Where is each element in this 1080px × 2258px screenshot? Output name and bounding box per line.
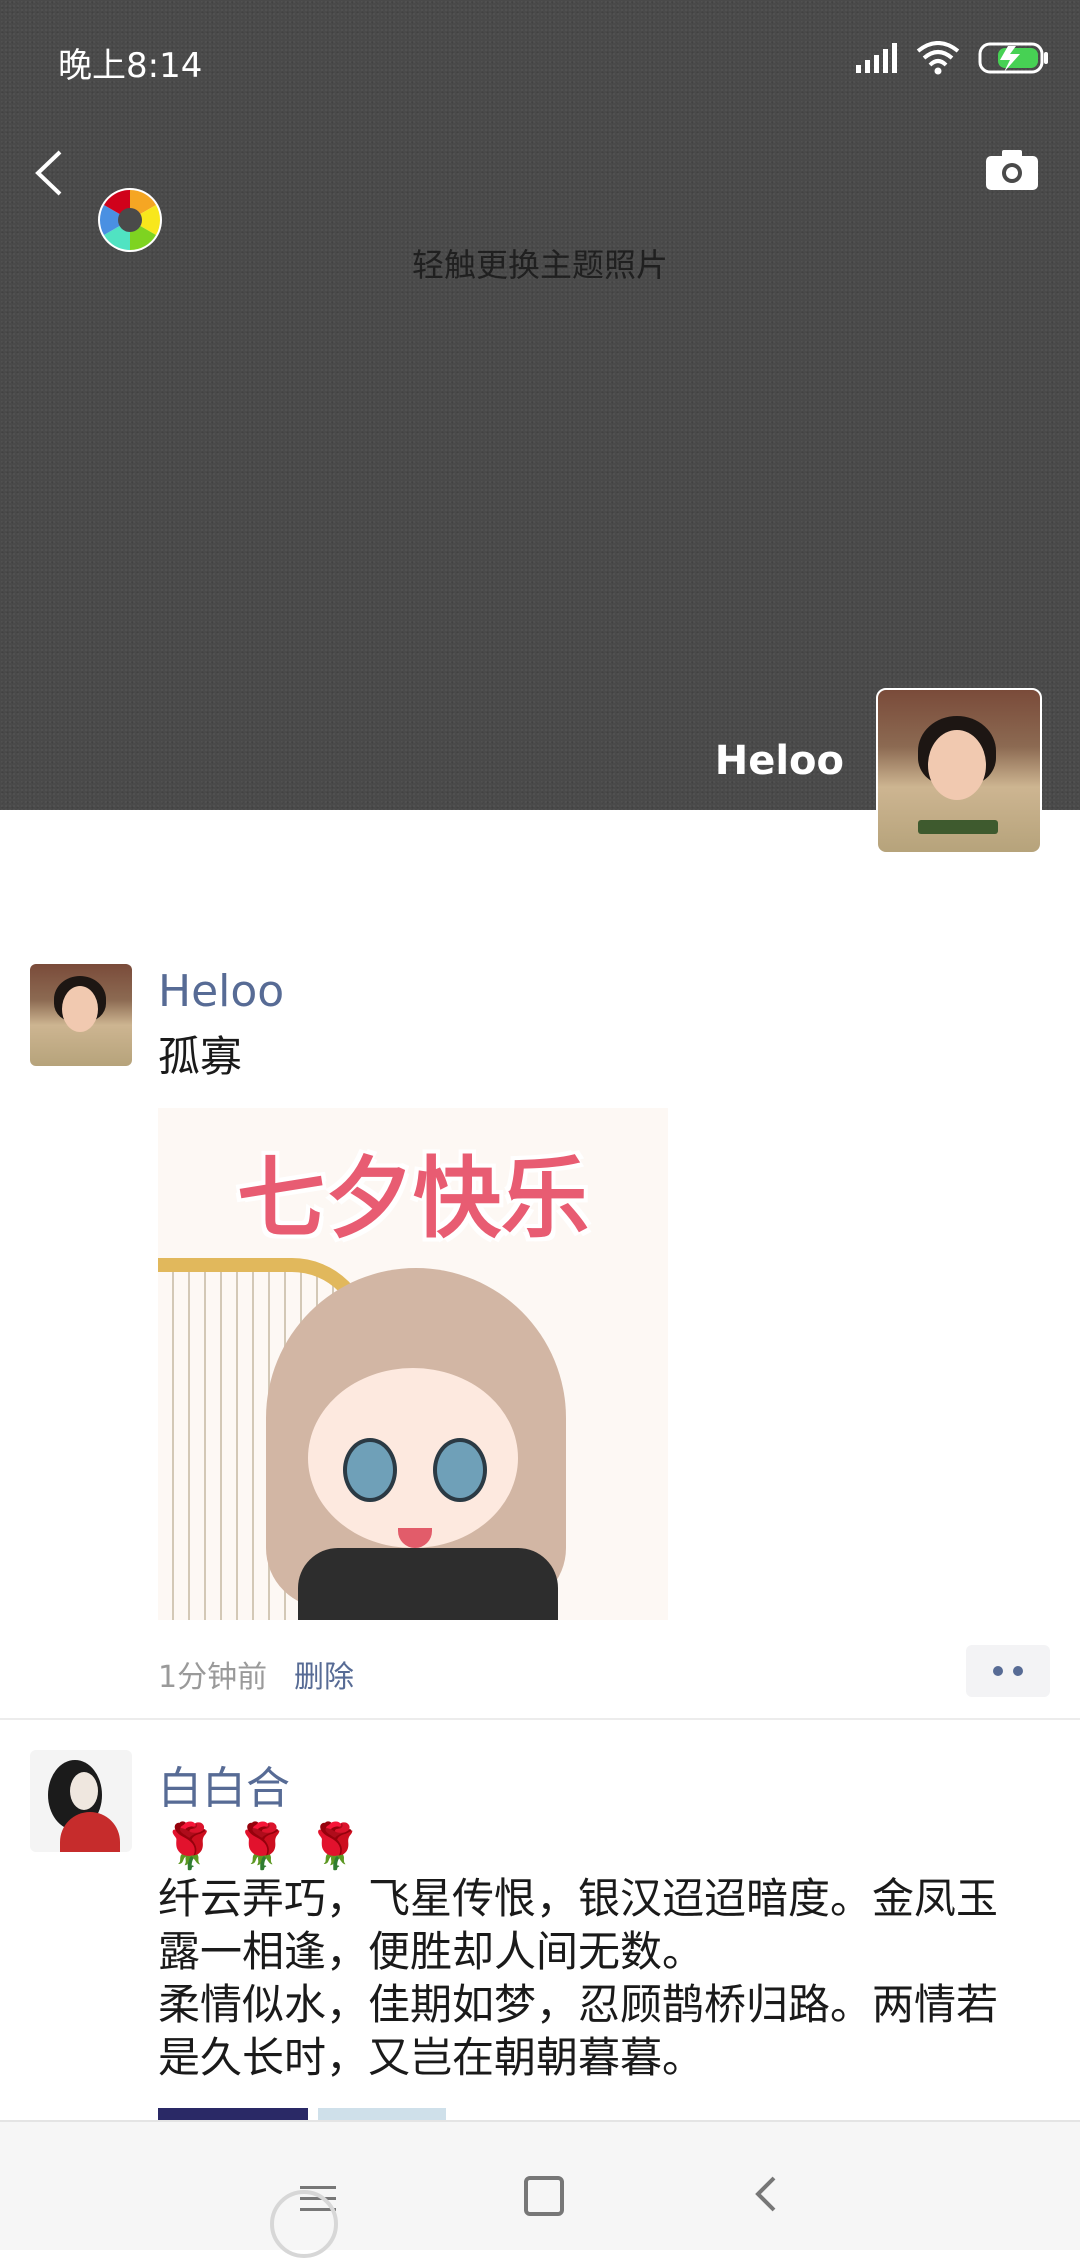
- camera-icon[interactable]: [984, 148, 1040, 192]
- eye-left: [343, 1438, 397, 1502]
- cover-hint[interactable]: 轻触更换主题照片: [0, 240, 1080, 286]
- post-nickname[interactable]: 白白合: [158, 1752, 290, 1816]
- signal-icon: [856, 43, 897, 73]
- nav-back-icon[interactable]: [750, 2174, 780, 2214]
- sticker-title: 七夕快乐: [236, 1147, 589, 1250]
- post-divider: [0, 1718, 1080, 1720]
- post-text-line: 是久长时，又岂在朝朝暮暮。: [158, 2033, 705, 2082]
- post-sticker-image[interactable]: 七夕快乐: [158, 1108, 668, 1620]
- post-time: 1分钟前: [158, 1660, 268, 1695]
- more-button[interactable]: [966, 1645, 1050, 1697]
- post-nickname[interactable]: Heloo: [158, 966, 284, 1017]
- rose-emoji: 🌹🌹🌹: [162, 1821, 381, 1872]
- home-icon[interactable]: [524, 2176, 564, 2216]
- wifi-icon: [916, 41, 960, 75]
- system-nav-bar: [0, 2120, 1080, 2250]
- status-time: 晚上8:14: [58, 46, 203, 86]
- cover-user-name: Heloo: [714, 738, 844, 784]
- post-avatar[interactable]: [30, 1750, 132, 1852]
- post-text-line: 柔情似水，佳期如梦，忍顾鹊桥归路。两情若: [158, 1980, 999, 2029]
- eye-right: [433, 1438, 487, 1502]
- back-icon[interactable]: [30, 148, 70, 198]
- cover-avatar[interactable]: [876, 688, 1042, 854]
- more-dot: [1013, 1666, 1023, 1676]
- post-text-line: 露一相逢，便胜却人间无数。: [158, 1927, 705, 1976]
- status-icons: [856, 38, 1050, 78]
- delete-button[interactable]: 删除: [294, 1652, 354, 1696]
- battery-icon: [978, 42, 1048, 74]
- post-text-line: 纤云弄巧，飞星传恨，银汉迢迢暗度。金凤玉: [158, 1874, 999, 1923]
- post-text: 孤寡: [158, 1032, 243, 1081]
- post-avatar[interactable]: [30, 964, 132, 1066]
- more-dot: [993, 1666, 1003, 1676]
